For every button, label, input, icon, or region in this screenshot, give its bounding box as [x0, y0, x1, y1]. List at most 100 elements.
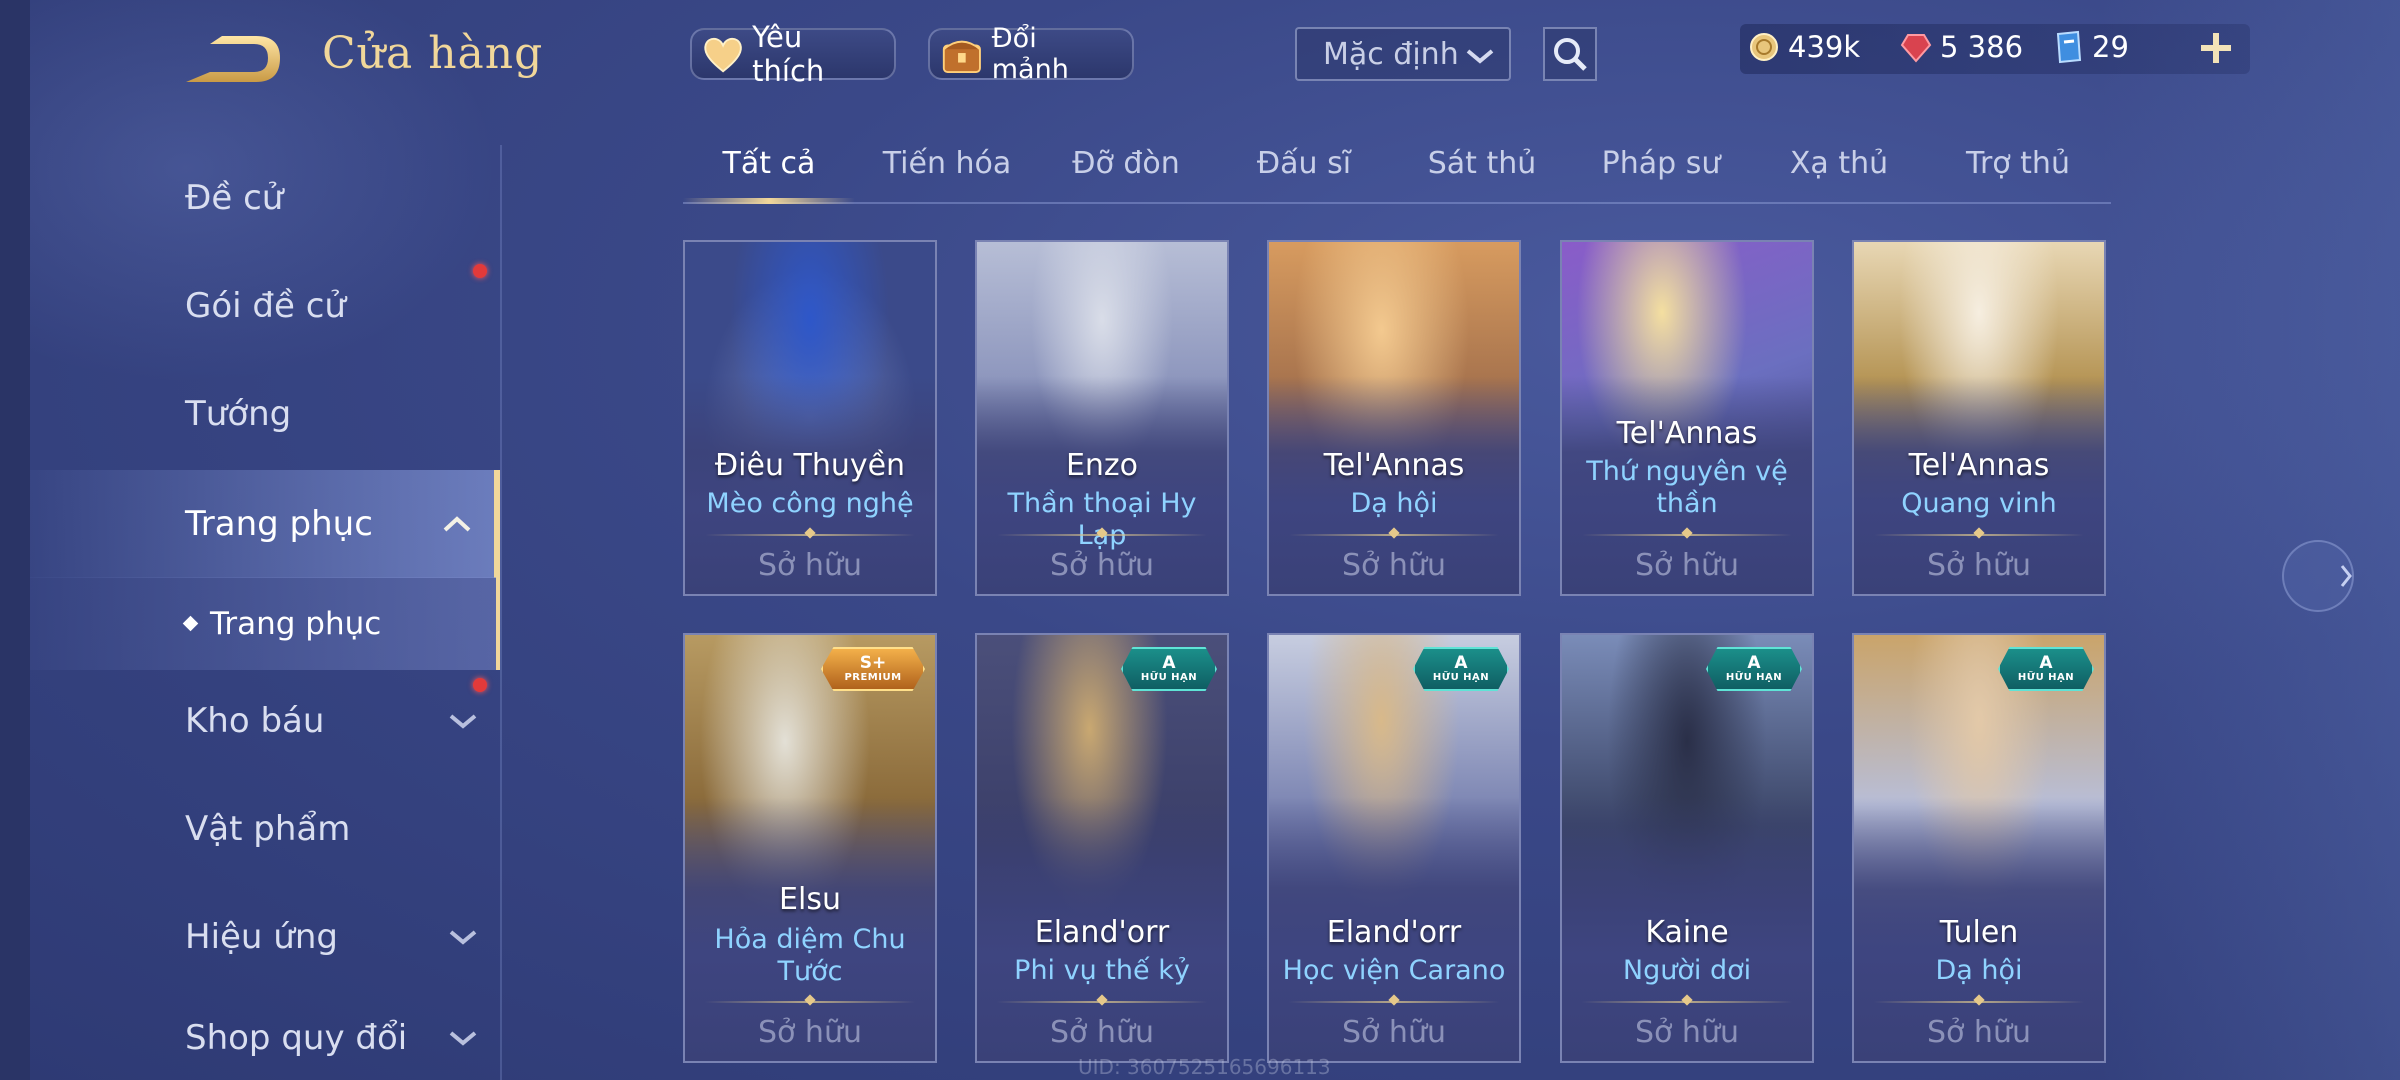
hero-name: Eland'orr [1326, 915, 1462, 950]
sidebar-item-exchange-shop[interactable]: Shop quy đổi [30, 995, 500, 1080]
skin-card[interactable]: Tel'Annas Dạ hội Sở hữu [1267, 240, 1521, 596]
sidebar-item-label: Gói đề cử [185, 286, 346, 326]
owned-status: Sở hữu [758, 1015, 862, 1050]
sidebar-item-recommended-packs[interactable]: Gói đề cử [30, 256, 500, 356]
side-panel-handle[interactable] [2282, 540, 2354, 612]
skin-card[interactable]: A HỮU HẠN Kaine Người dơi Sở hữu [1560, 633, 1814, 1063]
card-divider [1874, 534, 2084, 536]
active-tab-indicator [683, 198, 855, 204]
skin-card[interactable]: Tel'Annas Quang vinh Sở hữu [1852, 240, 2106, 596]
sidebar-item-label: Hiệu ứng [185, 917, 338, 957]
sidebar-item-label: Vật phẩm [185, 809, 351, 849]
sidebar: Đề cử Gói đề cử Tướng Trang phục Trang p… [30, 145, 502, 1080]
sidebar-item-effects[interactable]: Hiệu ứng [30, 887, 500, 987]
skin-name: Mèo công nghệ [706, 488, 914, 519]
skin-card[interactable]: Enzo Thần thoại Hy Lạp Sở hữu [975, 240, 1229, 596]
skin-name: Quang vinh [1901, 488, 2057, 519]
sidebar-item-heroes[interactable]: Tướng [30, 364, 500, 464]
sort-dropdown[interactable]: Mặc định [1295, 27, 1511, 81]
limited-badge: A HỮU HẠN [1706, 647, 1802, 691]
page-title: Cửa hàng [322, 28, 544, 79]
treasure-chest-icon [942, 40, 981, 74]
card-divider [1874, 1001, 2084, 1003]
hero-name: Tulen [1939, 915, 2019, 950]
skin-name: Dạ hội [1350, 488, 1438, 519]
hero-name: Enzo [1065, 448, 1139, 483]
chevron-down-icon [1466, 49, 1494, 64]
card-divider [1289, 534, 1499, 536]
owned-status: Sở hữu [1342, 1015, 1446, 1050]
chevron-right-icon [2340, 565, 2352, 587]
owned-status: Sở hữu [1050, 1015, 1154, 1050]
owned-status: Sở hữu [1342, 548, 1446, 583]
left-edge-bar [0, 0, 30, 1080]
sidebar-item-skins[interactable]: Trang phục [30, 470, 500, 578]
sidebar-item-label: Trang phục [185, 504, 373, 544]
owned-status: Sở hữu [1050, 548, 1154, 583]
skin-name: Học viện Carano [1282, 955, 1506, 986]
hero-name: Tel'Annas [1323, 448, 1465, 483]
search-button[interactable] [1543, 27, 1597, 81]
red-gem-icon [1900, 34, 1932, 63]
tab-support[interactable]: Trợ thủ [1938, 146, 2098, 181]
sort-value: Mặc định [1323, 36, 1459, 72]
add-currency-button[interactable] [2196, 28, 2236, 68]
favorites-button[interactable]: Yêu thích [690, 20, 896, 88]
hero-name: Điêu Thuyền [714, 448, 906, 483]
sidebar-item-label: Shop quy đổi [185, 1017, 408, 1058]
hero-name: Tel'Annas [1616, 416, 1758, 451]
user-id: UID: 3607525165696113 [1078, 1055, 1331, 1079]
sidebar-item-label: Tướng [185, 394, 292, 434]
skin-name: Thứ nguyên vệ thần [1586, 456, 1788, 519]
skin-card[interactable]: Điêu Thuyền Mèo công nghệ Sở hữu [683, 240, 937, 596]
card-divider [1582, 534, 1792, 536]
gem-value: 5 386 [1940, 30, 2024, 64]
exchange-label: Đổi mảnh [991, 23, 1069, 85]
voucher-value: 29 [2092, 30, 2129, 64]
owned-status: Sở hữu [758, 548, 862, 583]
chevron-down-icon [449, 1030, 477, 1046]
tab-mage[interactable]: Pháp sư [1581, 146, 1741, 181]
tab-marksman[interactable]: Xạ thủ [1759, 146, 1919, 181]
owned-status: Sở hữu [1635, 1015, 1739, 1050]
skin-name: Thần thoại Hy Lạp [1007, 488, 1197, 551]
tab-evolution[interactable]: Tiến hóa [867, 146, 1027, 181]
card-divider [1289, 1001, 1499, 1003]
diamond-bullet-icon [182, 615, 199, 632]
tab-fighter[interactable]: Đấu sĩ [1224, 146, 1384, 181]
search-icon [1554, 38, 1587, 71]
hero-name: Eland'orr [1034, 915, 1170, 950]
tab-all[interactable]: Tất cả [689, 146, 849, 181]
card-divider [1582, 1001, 1792, 1003]
exchange-fragments-button[interactable]: Đổi mảnh [928, 23, 1134, 85]
sidebar-subitem-skins[interactable]: Trang phục [30, 577, 500, 670]
skin-card[interactable]: A HỮU HẠN Eland'orr Học viện Carano Sở hữ… [1267, 633, 1521, 1063]
heart-icon [704, 37, 742, 73]
skin-card[interactable]: Tel'Annas Thứ nguyên vệ thần Sở hữu [1560, 240, 1814, 596]
tab-tank[interactable]: Đỡ đòn [1046, 146, 1206, 181]
limited-badge: A HỮU HẠN [1121, 647, 1217, 691]
voucher-currency: 29 [2052, 30, 2129, 64]
skin-card[interactable]: A HỮU HẠN Eland'orr Phi vụ thế kỷ Sở hữu [975, 633, 1229, 1063]
skin-name: Dạ hội [1935, 955, 2023, 986]
tab-assassin[interactable]: Sát thủ [1402, 146, 1562, 181]
card-divider [705, 534, 915, 536]
skin-card[interactable]: A HỮU HẠN Tulen Dạ hội Sở hữu [1852, 633, 2106, 1063]
back-button[interactable] [180, 30, 290, 90]
owned-status: Sở hữu [1927, 1015, 2031, 1050]
chevron-down-icon [449, 930, 477, 945]
skin-card[interactable]: S+ PREMIUM Elsu Hỏa diệm Chu Tước Sở hữu [683, 633, 937, 1063]
card-divider [997, 1001, 1207, 1003]
gem-currency: 5 386 [1900, 30, 2023, 64]
sidebar-item-treasure[interactable]: Kho báu [30, 671, 500, 771]
skin-name: Hỏa diệm Chu Tước [714, 924, 906, 987]
sidebar-item-recommended[interactable]: Đề cử [30, 148, 500, 248]
sidebar-item-items[interactable]: Vật phẩm [30, 779, 500, 879]
card-divider [705, 1001, 915, 1003]
category-tabs: Tất cả Tiến hóa Đỡ đòn Đấu sĩ Sát thủ Ph… [683, 140, 2111, 204]
background-glow [2100, 0, 2400, 1080]
gold-currency: 439k [1748, 30, 1860, 64]
owned-status: Sở hữu [1635, 548, 1739, 583]
limited-badge: A HỮU HẠN [1413, 647, 1509, 691]
notification-dot [473, 264, 487, 278]
